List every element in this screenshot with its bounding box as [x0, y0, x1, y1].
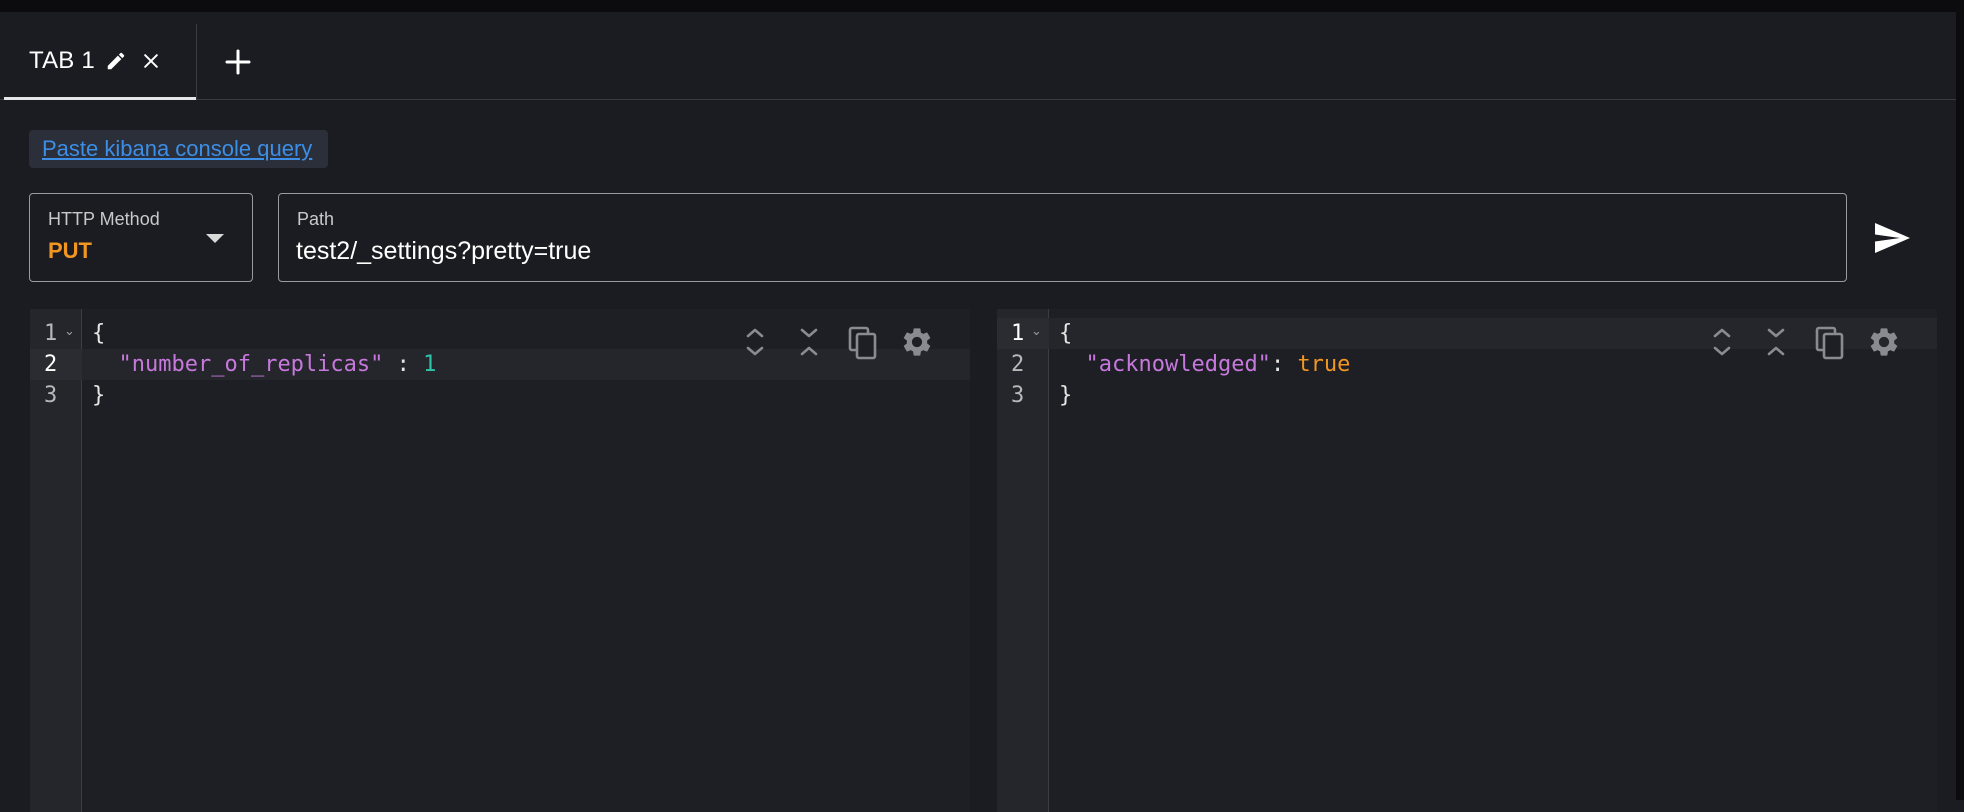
- unfold-more-icon[interactable]: [1705, 322, 1739, 362]
- pencil-icon[interactable]: [105, 50, 127, 72]
- json-line: "number_of_replicas" : 1: [92, 349, 437, 380]
- json-number-value: 1: [423, 352, 437, 377]
- editor-toolbar: [738, 321, 954, 363]
- send-button[interactable]: [1872, 218, 1912, 258]
- tab-label: TAB 1: [29, 46, 95, 74]
- fold-chevron-icon[interactable]: ⌄: [64, 324, 75, 339]
- json-boolean-value: true: [1297, 352, 1351, 377]
- paste-kibana-link[interactable]: Paste kibana console query: [42, 136, 312, 162]
- line-number: 1: [44, 321, 58, 346]
- line-number: 2: [44, 352, 58, 377]
- close-icon[interactable]: [141, 51, 161, 71]
- json-key: "acknowledged": [1085, 352, 1271, 377]
- http-method-select[interactable]: HTTP Method PUT: [29, 193, 253, 282]
- json-open-brace: {: [92, 321, 106, 346]
- add-tab-button[interactable]: [222, 46, 254, 78]
- line-gutter: 1 ⌄ 2 3: [30, 309, 82, 812]
- line-number: 2: [1011, 352, 1025, 377]
- send-icon: [1875, 223, 1910, 253]
- http-method-value: PUT: [48, 238, 92, 263]
- tab-bar: TAB 1: [0, 24, 1956, 100]
- app-window: TAB 1 Paste kibana console query HTTP Me…: [0, 0, 1964, 812]
- line-number: 3: [1011, 383, 1025, 408]
- unfold-less-icon[interactable]: [792, 322, 826, 362]
- response-editor[interactable]: 1 ⌄ 2 3 { "acknowledged": true }: [997, 309, 1937, 812]
- http-method-label: HTTP Method: [48, 209, 160, 229]
- gear-icon[interactable]: [1867, 322, 1901, 362]
- json-key: "number_of_replicas": [118, 352, 384, 377]
- request-editor[interactable]: 1 ⌄ 2 3 { "number_of_replicas" : 1 }: [30, 309, 970, 812]
- code-area[interactable]: { "number_of_replicas" : 1 }: [82, 309, 970, 812]
- json-separator: :: [383, 352, 424, 377]
- unfold-less-icon[interactable]: [1759, 322, 1793, 362]
- json-close-brace: }: [92, 383, 106, 408]
- gear-icon[interactable]: [900, 322, 934, 362]
- copy-icon[interactable]: [1813, 322, 1847, 362]
- unfold-more-icon[interactable]: [738, 322, 772, 362]
- line-number: 1: [1011, 321, 1025, 346]
- tab-divider: [196, 24, 197, 100]
- json-open-brace: {: [1059, 321, 1073, 346]
- paste-kibana-chip: Paste kibana console query: [29, 130, 328, 168]
- line-number: 3: [44, 383, 58, 408]
- json-close-brace: }: [1059, 383, 1073, 408]
- path-input[interactable]: [296, 234, 1796, 268]
- path-label: Path: [297, 209, 335, 229]
- chevron-down-icon: [206, 234, 224, 243]
- code-line: }: [82, 380, 970, 411]
- fold-chevron-icon[interactable]: ⌄: [1031, 324, 1042, 339]
- line-gutter: 1 ⌄ 2 3: [997, 309, 1049, 812]
- plus-icon: [225, 49, 251, 75]
- path-field[interactable]: Path: [278, 193, 1847, 282]
- json-line: "acknowledged": true: [1059, 349, 1351, 380]
- code-line: }: [1049, 380, 1937, 411]
- copy-icon[interactable]: [846, 322, 880, 362]
- json-separator: :: [1270, 352, 1298, 377]
- tab-1[interactable]: TAB 1: [4, 24, 196, 100]
- editor-toolbar: [1705, 321, 1921, 363]
- code-area[interactable]: { "acknowledged": true }: [1049, 309, 1937, 812]
